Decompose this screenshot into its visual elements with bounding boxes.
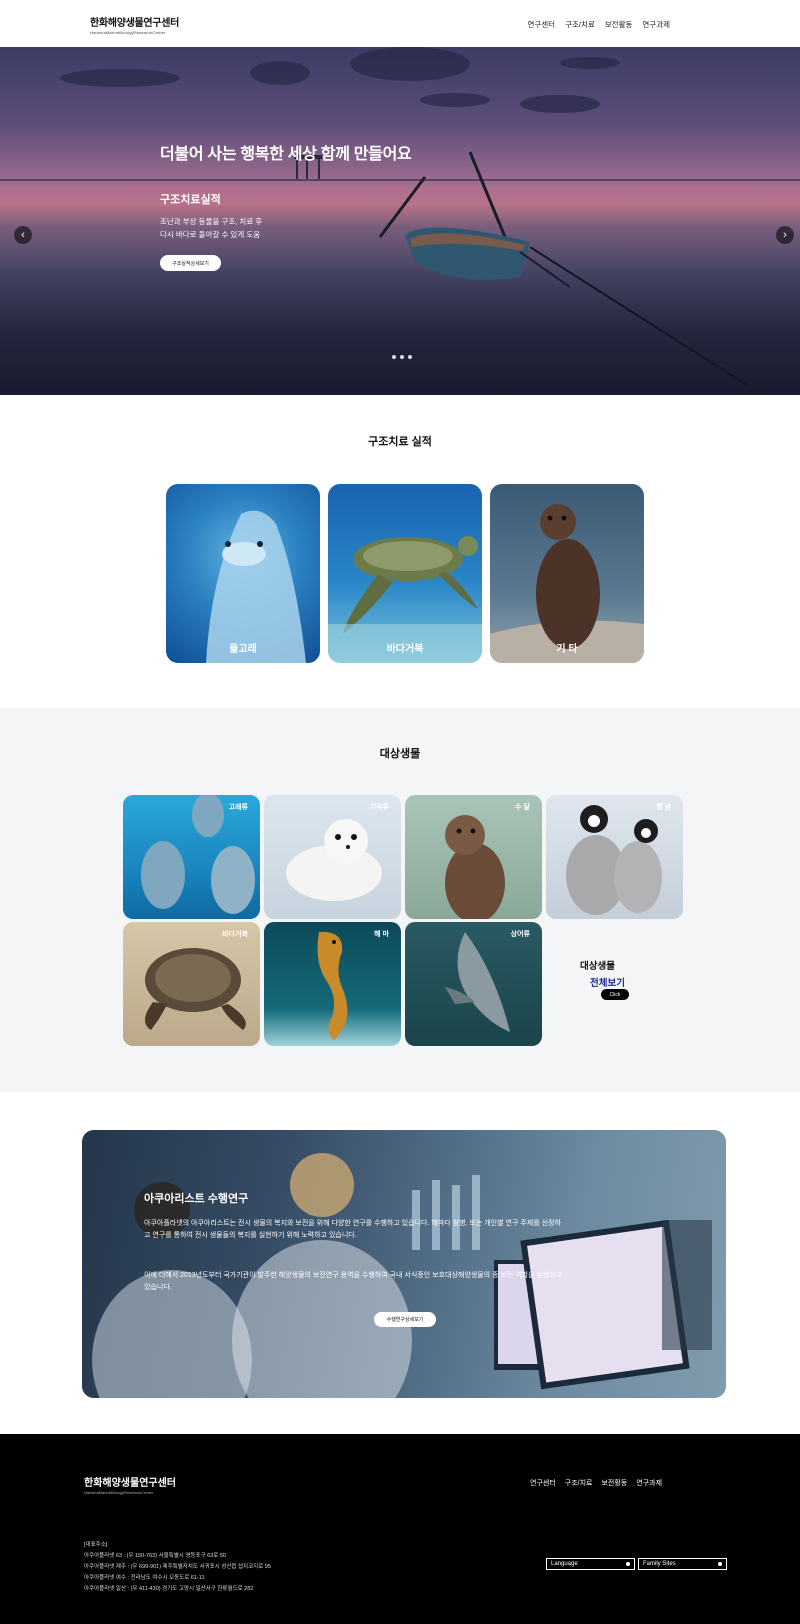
aquarist-paragraph: 이에 더해서 2013년도부터 국가기관이 발주한 해양생물의 보전연구 용역을… [144, 1272, 563, 1291]
nav-item-rescue[interactable]: 구조/치료 [565, 19, 595, 30]
cloud-shape [560, 57, 620, 69]
species-tile-whales[interactable]: 고래류 [123, 795, 260, 919]
address-line: 아쿠아플라넷 제주 : (우 699-901) 제주특별자치도 서귀포시 성산읍… [84, 1564, 271, 1570]
dropdown-dot-icon [718, 1562, 722, 1566]
family-sites-select[interactable]: Family Sites [638, 1558, 727, 1570]
seahorse-illustration [317, 931, 348, 1040]
site-footer: 한화해양생물연구센터 HanwhaMarineBiologyResearchCe… [0, 1434, 800, 1624]
rescue-section-title: 구조치료 실적 [368, 436, 432, 448]
species-tile-penguin[interactable]: 펭 귄 [546, 795, 683, 919]
aquarist-research-banner: 아쿠아리스트 수행연구 아쿠아플라넷의 아쿠아리스트는 전시 생물의 복지와 보… [82, 1130, 726, 1398]
species-tile-label: 해 마 [374, 931, 389, 938]
footer-nav-item-research-center[interactable]: 연구센터 [530, 1478, 556, 1488]
dropdown-dot-icon [626, 1562, 630, 1566]
address-line: 아쿠아플라넷 일산 : (우 411-430) 경기도 고양시 일산서구 한류월… [84, 1586, 254, 1592]
main-nav: 연구센터 구조/치료 보전활동 연구과제 [527, 19, 670, 30]
cloud-shape [60, 69, 180, 87]
hero-desc-line: 다시 바다로 돌아갈 수 있게 도움 [160, 230, 261, 239]
footer-nav-item-rescue[interactable]: 구조/치료 [565, 1478, 593, 1488]
rope-line [530, 247, 751, 388]
prev-slide-icon[interactable]: ‹ [14, 226, 32, 244]
turtle-illustration [144, 948, 246, 1030]
species-tile-seahorse[interactable]: 해 마 [264, 922, 401, 1046]
penguin-illustration [566, 805, 662, 915]
species-tile-label: 상어류 [510, 931, 530, 938]
laboratory-illustration [82, 1130, 726, 1398]
view-all-label: 대상생물 [580, 961, 615, 972]
family-sites-label: Family Sites [643, 1561, 676, 1567]
click-button[interactable]: Click [601, 989, 629, 1000]
species-section-title: 대상생물 [379, 748, 421, 760]
seal-illustration [286, 819, 382, 901]
species-tile-pinnipeds[interactable]: 기각류 [264, 795, 401, 919]
footer-logo[interactable]: 한화해양생물연구센터 HanwhaMarineBiologyResearchCe… [84, 1474, 176, 1495]
site-header: 한화해양생물연구센터 HanwhaMarineBiologyResearchCe… [0, 0, 800, 47]
aquarist-paragraph: 아쿠아플라넷의 아쿠아리스트는 전시 생물의 복지와 보전을 위해 다양한 연구… [144, 1220, 561, 1239]
otter-illustration [445, 815, 505, 919]
cloud-shape [350, 47, 470, 81]
rescue-card-label: 기 타 [556, 644, 578, 655]
slide-indicator [392, 355, 412, 359]
next-slide-icon[interactable]: › [776, 226, 794, 244]
aquarist-title: 아쿠아리스트 수행연구 [144, 1193, 249, 1205]
footer-nav-item-conservation[interactable]: 보전활동 [601, 1478, 627, 1488]
cloud-shape [420, 93, 490, 107]
rescue-card-other[interactable]: 기 타 [490, 484, 644, 663]
species-tile-shark[interactable]: 상어류 [405, 922, 542, 1046]
species-tile-label: 바다거북 [222, 931, 248, 938]
slide-dot[interactable] [408, 355, 412, 359]
footer-logo-subtext: HanwhaMarineBiologyResearchCenter [84, 1490, 154, 1495]
logo-text: 한화해양생물연구센터 [90, 18, 180, 29]
nav-item-research-center[interactable]: 연구센터 [527, 19, 555, 30]
turtle-illustration [328, 536, 482, 663]
dolphin-illustration [206, 510, 306, 663]
species-tile-label: 기각류 [369, 804, 389, 811]
rescue-card-label: 돌고래 [229, 644, 257, 655]
hero-subtitle: 구조치료실적 [160, 194, 221, 206]
species-view-all: 대상생물 전체보기 Click [580, 958, 629, 1000]
footer-logo-text: 한화해양생물연구센터 [84, 1478, 176, 1489]
address-title: [대표주소] [84, 1542, 108, 1548]
cloud-shape [250, 61, 310, 85]
hero-banner: 더불어 사는 행복한 세상 함께 만들어요 구조치료실적 조난과 부상 동물을 … [0, 47, 800, 395]
footer-nav: 연구센터 구조/치료 보전활동 연구과제 [530, 1478, 662, 1488]
footer-nav-item-projects[interactable]: 연구과제 [636, 1478, 662, 1488]
shark-illustration [445, 932, 510, 1032]
otter-illustration [490, 504, 644, 663]
slide-dot[interactable] [400, 355, 404, 359]
rescue-card-dolphin[interactable]: 돌고래 [166, 484, 320, 663]
species-tile-otter[interactable]: 수 달 [405, 795, 542, 919]
hero-desc-line: 조난과 부상 동물을 구조, 치료 후 [160, 217, 263, 226]
nav-item-conservation[interactable]: 보전활동 [605, 19, 633, 30]
address-line: 아쿠아플라넷 여수 : 전라남도 여수시 오동도로 61-11 [84, 1575, 205, 1581]
footer-address: [대표주소] 아쿠아플라넷 63 : (우 150-763) 서울특별시 영등포… [84, 1540, 271, 1595]
research-detail-button[interactable]: 수행연구상세보기 [374, 1312, 436, 1327]
species-tile-label: 고래류 [228, 804, 248, 811]
view-all-link[interactable]: 전체보기 [590, 975, 625, 989]
address-line: 아쿠아플라넷 63 : (우 150-763) 서울특별시 영등포구 63로 5… [84, 1553, 226, 1559]
logo-subtext: HanwhaMarineBiologyResearchCenter [90, 30, 166, 35]
hero-headline: 더불어 사는 행복한 세상 함께 만들어요 [160, 146, 412, 163]
site-logo[interactable]: 한화해양생물연구센터 HanwhaMarineBiologyResearchCe… [90, 14, 179, 35]
nav-item-projects[interactable]: 연구과제 [642, 19, 670, 30]
rescue-card-label: 바다거북 [386, 644, 424, 655]
cloud-shape [520, 95, 600, 113]
rescue-detail-button[interactable]: 구조실적상세보기 [160, 255, 221, 271]
dolphins-illustration [141, 795, 255, 914]
slide-dot[interactable] [392, 355, 396, 359]
species-tile-label: 수 달 [515, 804, 530, 811]
language-select[interactable]: Language [546, 1558, 635, 1570]
species-tile-sea-turtle[interactable]: 바다거북 [123, 922, 260, 1046]
rescue-card-turtle[interactable]: 바다거북 [328, 484, 482, 663]
language-select-label: Language [551, 1561, 578, 1567]
species-tile-label: 펭 귄 [656, 804, 671, 811]
hero-description: 조난과 부상 동물을 구조, 치료 후 다시 바다로 돌아갈 수 있게 도움 [160, 215, 320, 241]
